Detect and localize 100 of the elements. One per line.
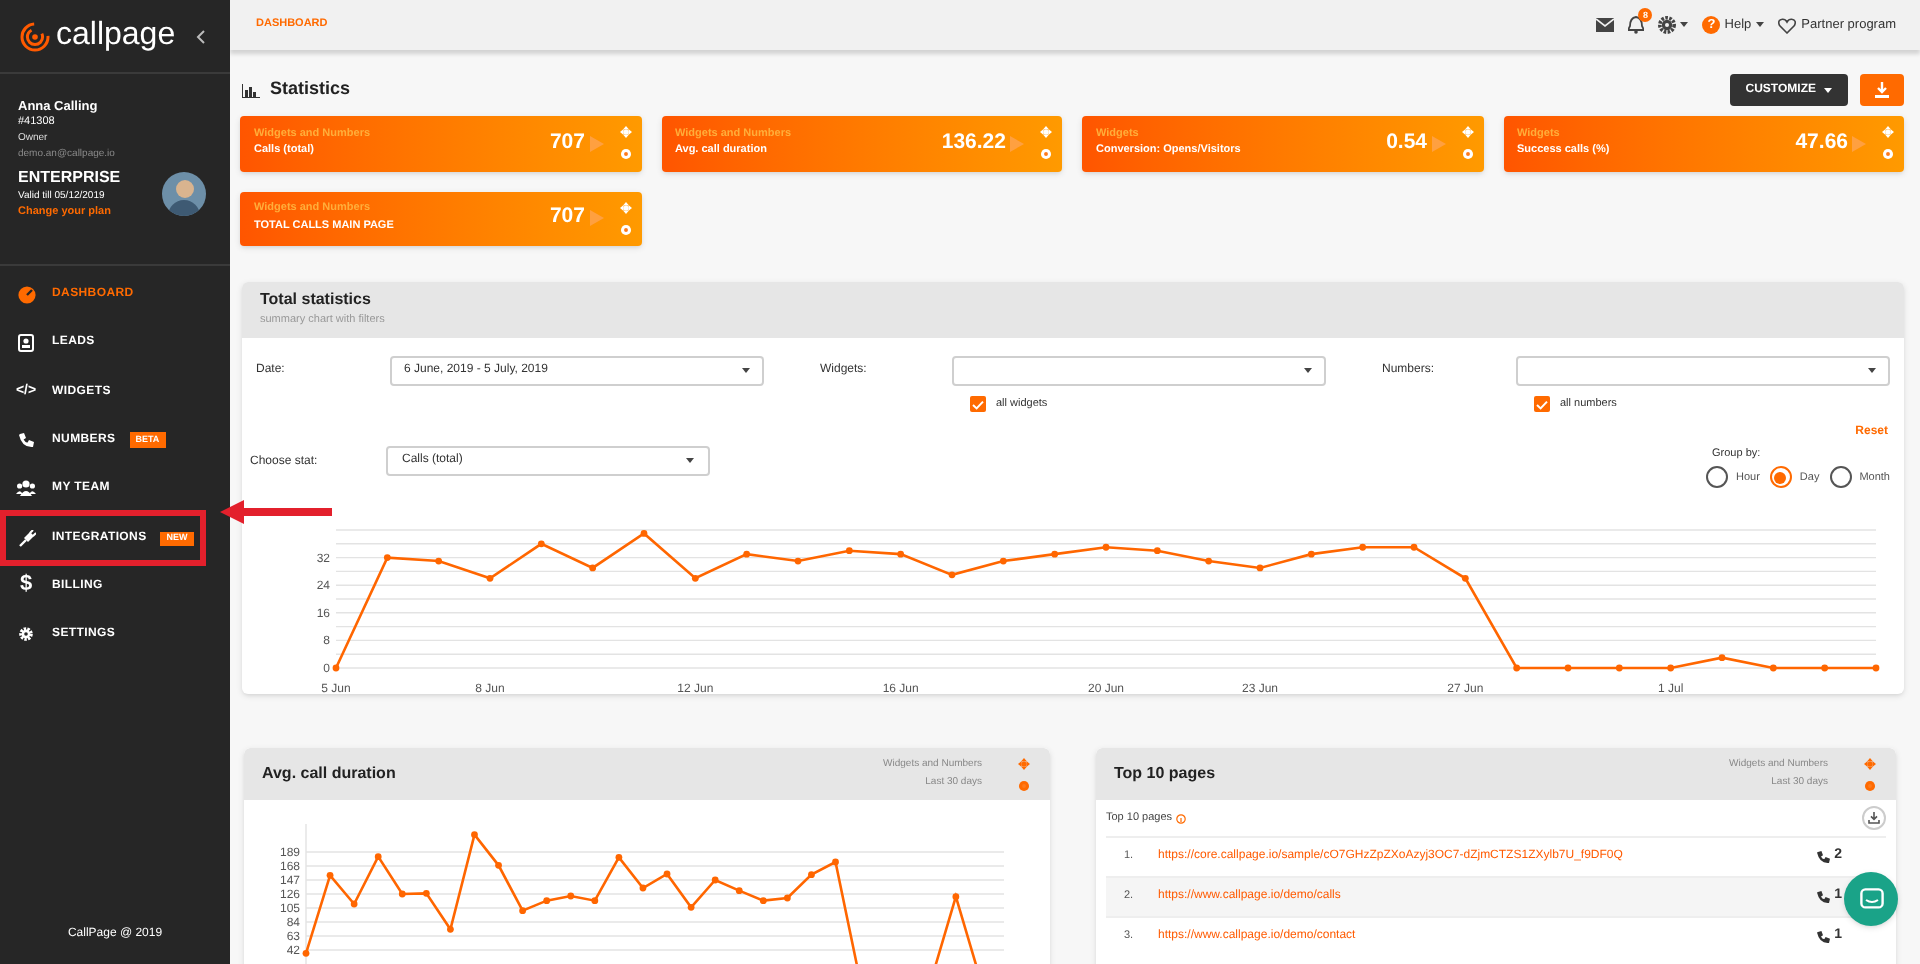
data-point — [691, 574, 699, 582]
data-point — [1821, 664, 1829, 672]
data-point — [1153, 547, 1161, 555]
logo-icon — [20, 21, 50, 51]
panel-title: Total statistics — [260, 292, 373, 309]
data-point — [640, 530, 648, 537]
data-point — [374, 853, 382, 861]
data-point — [1410, 543, 1418, 551]
data-point — [1513, 664, 1521, 672]
card-value: 707 — [549, 127, 585, 158]
data-point — [495, 861, 502, 869]
dollar-icon: $ — [14, 574, 38, 597]
data-point — [383, 554, 391, 561]
data-point — [948, 571, 956, 579]
data-point — [447, 925, 454, 933]
people-icon — [16, 480, 36, 497]
data-point — [687, 903, 695, 911]
data-point — [1872, 664, 1880, 672]
caret-icon — [1304, 368, 1312, 374]
data-point — [832, 858, 839, 866]
data-point — [1102, 543, 1110, 551]
data-point — [519, 907, 526, 915]
caret-icon[interactable] — [1680, 22, 1689, 28]
collapse-icon[interactable] — [196, 29, 206, 43]
move-icon[interactable] — [1040, 126, 1052, 139]
data-point — [735, 887, 743, 895]
data-point — [1667, 664, 1675, 672]
arrow-icon — [1010, 135, 1024, 152]
data-point — [302, 949, 310, 957]
data-point — [537, 540, 545, 548]
data-point — [326, 871, 334, 879]
phone-icon — [1816, 850, 1831, 864]
data-point — [422, 889, 430, 897]
data-point — [784, 894, 791, 902]
data-point — [471, 831, 478, 839]
dropdown-field[interactable] — [952, 356, 1326, 386]
info-icon — [1176, 813, 1187, 823]
data-point — [589, 564, 597, 572]
checkbox[interactable] — [970, 396, 986, 412]
plan-name: ENTERPRISE — [18, 168, 123, 188]
data-point — [1564, 664, 1572, 672]
data-point — [1769, 664, 1777, 672]
move-icon[interactable] — [1882, 126, 1894, 139]
data-point — [398, 890, 406, 898]
data-point — [759, 897, 767, 905]
mail-icon[interactable] — [1596, 18, 1615, 32]
move-icon[interactable] — [619, 201, 631, 214]
download-button[interactable] — [1860, 74, 1904, 106]
data-point — [1051, 550, 1059, 558]
arrow-icon — [589, 135, 603, 152]
data-point — [1256, 564, 1264, 572]
data-point — [999, 557, 1007, 565]
data-point — [591, 897, 599, 905]
data-point — [743, 550, 751, 558]
data-point — [794, 557, 802, 565]
data-point — [332, 664, 340, 672]
check-icon — [972, 399, 984, 409]
data-point — [1615, 664, 1623, 672]
contact-card-icon — [18, 333, 34, 352]
brand-name: callpage — [56, 20, 176, 52]
move-icon[interactable] — [619, 126, 631, 139]
phone-icon — [1816, 890, 1831, 904]
download-icon — [1868, 812, 1880, 824]
avatar — [162, 172, 206, 216]
caret-icon — [1868, 368, 1876, 374]
chart-icon — [242, 83, 260, 97]
card-value: 47.66 — [1795, 127, 1848, 158]
move-icon[interactable] — [1461, 126, 1473, 139]
data-point — [711, 876, 719, 884]
download-button[interactable] — [1862, 806, 1886, 830]
caret-icon[interactable] — [1755, 22, 1764, 28]
data-point — [845, 547, 853, 555]
gear-icon[interactable] — [1658, 16, 1677, 34]
data-point — [952, 893, 960, 901]
move-icon[interactable] — [1018, 757, 1030, 769]
data-point — [1461, 574, 1469, 582]
data-point — [615, 853, 623, 861]
data-point — [663, 870, 671, 878]
caret-icon — [742, 368, 750, 374]
caret-icon — [686, 458, 694, 464]
data-point — [543, 897, 551, 905]
data-point — [1359, 543, 1367, 551]
data-point — [1307, 550, 1315, 558]
data-point — [1205, 557, 1213, 565]
dropdown-field[interactable] — [1516, 356, 1890, 386]
data-point — [567, 892, 575, 900]
heart-icon — [1777, 17, 1796, 33]
check-icon — [1536, 399, 1548, 409]
plug-icon — [17, 529, 35, 548]
move-icon[interactable] — [1864, 757, 1876, 769]
gauge-icon — [17, 285, 35, 304]
data-point — [1718, 654, 1726, 662]
card-value: 707 — [549, 202, 585, 233]
arrow-icon — [1852, 135, 1866, 152]
bell-icon[interactable] — [1628, 16, 1645, 34]
gear-icon — [18, 626, 34, 643]
card-value: 0.54 — [1386, 127, 1427, 158]
checkbox[interactable] — [1534, 396, 1550, 412]
data-point — [897, 550, 905, 558]
arrow-icon — [589, 210, 603, 227]
